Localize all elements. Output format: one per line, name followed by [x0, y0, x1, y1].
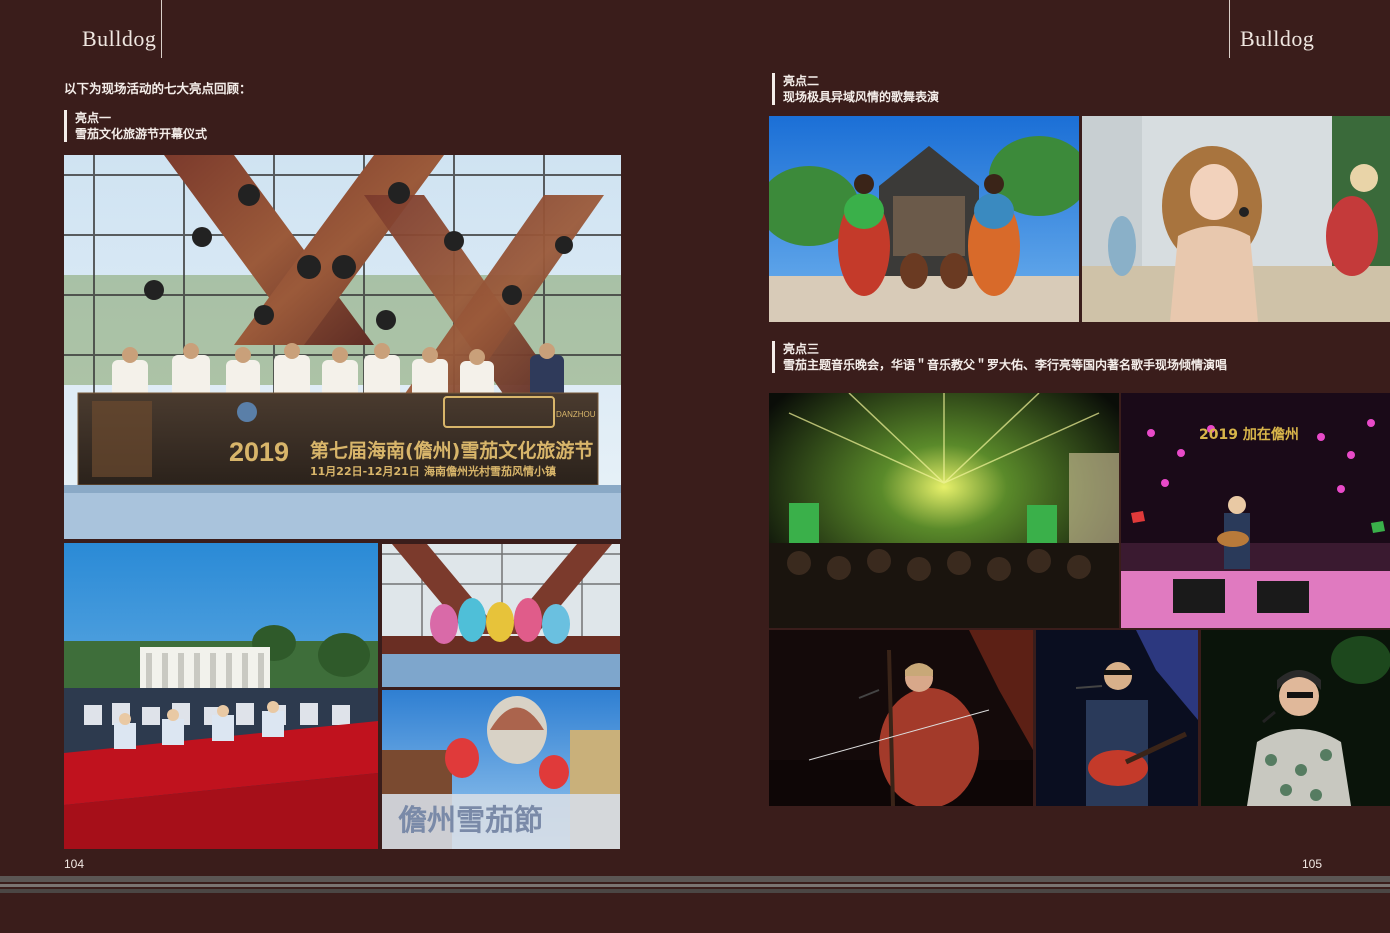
female-singer-image — [1201, 630, 1390, 806]
section-title: 亮点一 — [75, 111, 112, 125]
photo-pink-stage-band: 2019 加在儋州 — [1121, 393, 1390, 628]
photo-drummers — [769, 116, 1079, 322]
section-subtitle: 雪茄主题音乐晚会，华语＂音乐教父＂罗大佑、李行亮等国内著名歌手现场倾情演唱 — [783, 358, 1228, 372]
photo-erhu-player — [769, 630, 1033, 806]
photo-guitarist — [1036, 630, 1198, 806]
page-number-left: 104 — [64, 857, 85, 871]
photo-female-singer — [1201, 630, 1390, 806]
photo-stage-dancers — [382, 544, 620, 687]
intro-text: 以下为现场活动的七大亮点回顾： — [64, 81, 252, 96]
section-title: 亮点二 — [783, 74, 820, 88]
brand-logo-right: Bulldog — [1240, 26, 1315, 51]
banner-logo-sub: DANZHOU — [556, 410, 596, 419]
opening-ceremony-image: 2019 第七届海南(儋州)雪茄文化旅游节 11月22日-12月21日 海南儋州… — [64, 155, 621, 539]
stage-sign: 2019 加在儋州 — [1199, 426, 1299, 443]
stage-dancers-image — [382, 544, 620, 687]
section-subtitle: 雪茄文化旅游节开幕仪式 — [75, 127, 208, 141]
concert-crowd-image — [769, 393, 1119, 628]
balloons-sign-image: 儋州雪茄節 — [382, 690, 620, 849]
section-title: 亮点三 — [783, 342, 820, 356]
photo-girl-singer — [1082, 116, 1390, 322]
banner-dates: 11月22日-12月21日 — [310, 465, 420, 478]
brand-divider-left — [161, 0, 162, 58]
footer-stripe — [0, 884, 1390, 887]
photo-concert-crowd — [769, 393, 1119, 628]
section-heading-1: 亮点一 雪茄文化旅游节开幕仪式 — [64, 110, 207, 142]
magazine-spread: Bulldog Bulldog 以下为现场活动的七大亮点回顾： 亮点一 雪茄文化… — [0, 0, 1390, 933]
page-number-right: 105 — [1302, 857, 1323, 871]
photo-audience — [64, 543, 378, 849]
photo-balloons-sign: 儋州雪茄節 — [382, 690, 620, 849]
brand-divider-right — [1229, 0, 1230, 58]
section-subtitle: 现场极具异域风情的歌舞表演 — [783, 90, 940, 104]
brand-logo-left: Bulldog — [82, 26, 157, 51]
girl-singer-image — [1082, 116, 1390, 322]
banner-year: 2019 — [229, 437, 289, 467]
footer-stripe — [0, 889, 1390, 893]
section-heading-3: 亮点三 雪茄主题音乐晚会，华语＂音乐教父＂罗大佑、李行亮等国内著名歌手现场倾情演… — [772, 341, 1227, 373]
guitarist-image — [1036, 630, 1198, 806]
section-heading-2: 亮点二 现场极具异域风情的歌舞表演 — [772, 73, 939, 105]
drummers-image — [769, 116, 1079, 322]
pink-stage-image: 2019 加在儋州 — [1121, 393, 1390, 628]
erhu-player-image — [769, 630, 1033, 806]
banner-title: 第七届海南(儋州)雪茄文化旅游节 — [310, 439, 593, 462]
sign-text: 儋州雪茄節 — [398, 803, 543, 837]
photo-opening-ceremony: 2019 第七届海南(儋州)雪茄文化旅游节 11月22日-12月21日 海南儋州… — [64, 155, 621, 539]
audience-image — [64, 543, 378, 849]
footer-stripe — [0, 876, 1390, 882]
banner-venue: 海南儋州光村雪茄风情小镇 — [424, 464, 556, 478]
